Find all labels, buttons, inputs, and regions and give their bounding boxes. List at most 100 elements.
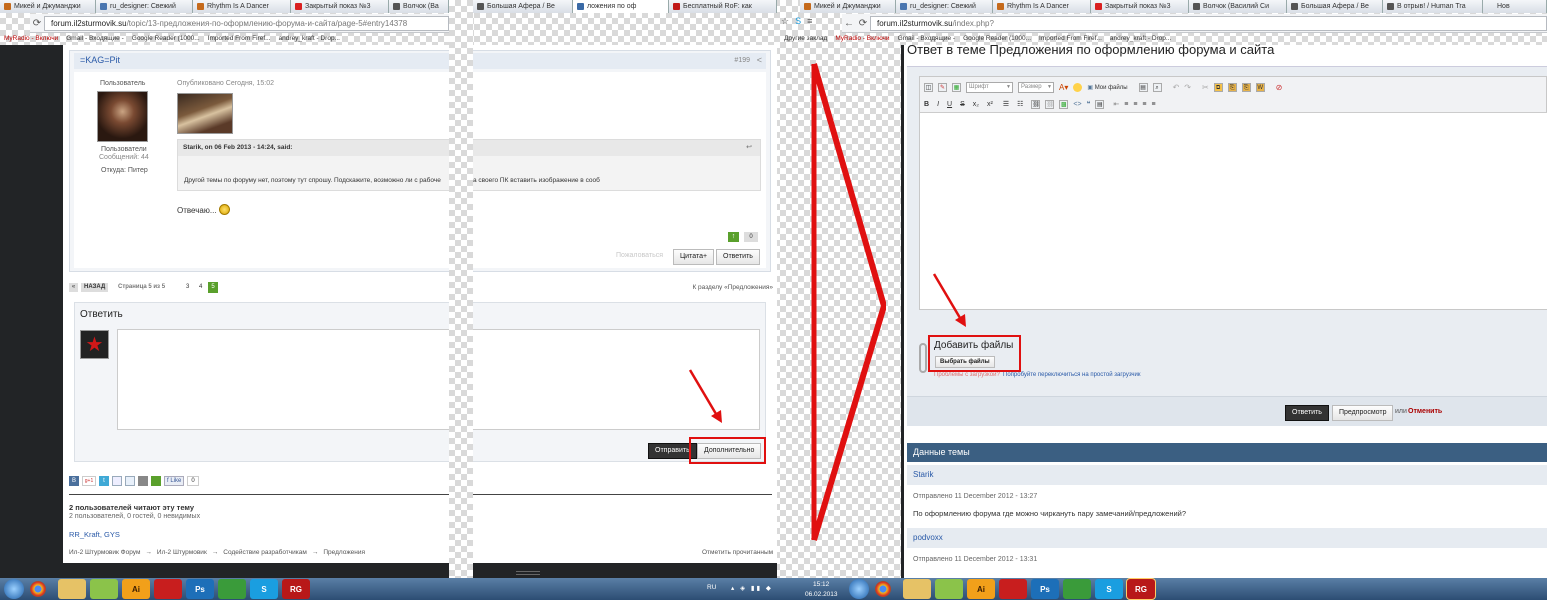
- illustrator-icon[interactable]: Ai: [122, 579, 150, 599]
- quote-icon[interactable]: ❝: [1087, 100, 1091, 108]
- bookmark-google-reader[interactable]: Google Reader (1000...: [132, 33, 200, 45]
- report-link[interactable]: Пожаловаться: [616, 252, 663, 259]
- font-select[interactable]: Шрифт ▼: [966, 81, 1013, 93]
- acrobat-icon[interactable]: [999, 579, 1027, 599]
- breadcrumb-forum[interactable]: Ил-2 Штурмовик Форум: [69, 549, 140, 556]
- reload-icon[interactable]: ⟳: [856, 18, 870, 29]
- indent-icon[interactable]: ⇤: [1113, 100, 1119, 108]
- page-4[interactable]: 4: [199, 284, 202, 290]
- bookmark-icon[interactable]: [125, 476, 135, 486]
- skype-icon[interactable]: S: [250, 579, 278, 599]
- tray-icons[interactable]: ▴ ◈ ▮▮ ◆: [731, 584, 773, 592]
- tab-volchok[interactable]: Волчок (Василий Си: [1189, 0, 1287, 13]
- start-button[interactable]: [849, 579, 869, 599]
- share-icon[interactable]: <: [757, 55, 762, 65]
- skype-icon[interactable]: S: [795, 16, 801, 27]
- image-icon[interactable]: ▩: [1059, 99, 1069, 109]
- find-icon[interactable]: ⌕: [1152, 82, 1162, 92]
- redo-icon[interactable]: ↷: [1184, 83, 1191, 92]
- superscript-icon[interactable]: x²: [987, 101, 993, 108]
- star-bookmark-icon[interactable]: ☆: [781, 16, 789, 27]
- breadcrumb-il2[interactable]: Ил-2 Штурмовик: [157, 549, 207, 556]
- tab-new[interactable]: Нов: [1483, 0, 1547, 13]
- frog-icon[interactable]: [935, 579, 963, 599]
- tab-rhythm[interactable]: Rhythm Is A Dancer: [193, 0, 291, 13]
- forum-section-link[interactable]: К разделу «Предложения»: [692, 284, 773, 291]
- size-select[interactable]: Размер ▼: [1018, 81, 1054, 93]
- reply-textarea[interactable]: [117, 329, 760, 430]
- tab-afera[interactable]: Большая Афера / Be: [473, 0, 573, 13]
- editor-textarea[interactable]: [920, 112, 1547, 309]
- submit-reply-button[interactable]: Ответить: [1285, 405, 1329, 421]
- url-field[interactable]: forum.il2sturmovik.su/index.php?: [870, 15, 1547, 31]
- download-icon[interactable]: [151, 476, 161, 486]
- my-files-button[interactable]: ▣ Мои файлы: [1087, 84, 1127, 91]
- tab-ru-designer[interactable]: ru_designer: Свежий: [896, 0, 993, 13]
- clock-time[interactable]: 15:12: [813, 581, 829, 588]
- topic-post-author[interactable]: Starik: [913, 470, 933, 479]
- frog-icon[interactable]: [90, 579, 118, 599]
- page-back-arrow[interactable]: «: [69, 283, 78, 292]
- explorer-icon[interactable]: [58, 579, 86, 599]
- subscript-icon[interactable]: x₂: [973, 101, 979, 108]
- topic-post-author[interactable]: podvoxx: [913, 533, 943, 542]
- eraser-icon[interactable]: ✎: [938, 82, 947, 92]
- tab-ru-designer[interactable]: ru_designer: Свежий: [96, 0, 193, 13]
- photoshop-icon[interactable]: Ps: [186, 579, 214, 599]
- bookmark-andrey-kraft[interactable]: andrey_kraft - Drop...: [279, 33, 340, 45]
- acrobat-icon[interactable]: [154, 579, 182, 599]
- utorrent-icon[interactable]: [218, 579, 246, 599]
- facebook-like-button[interactable]: f Like: [164, 476, 185, 486]
- unlink-icon[interactable]: ⛓: [1045, 99, 1055, 109]
- tab-mikey[interactable]: Микей и Джуманджи: [800, 0, 896, 13]
- tab-closed-show[interactable]: Закрытый показ №3: [1091, 0, 1189, 13]
- back-icon[interactable]: ←: [842, 18, 856, 29]
- align-center-icon[interactable]: ≡: [1133, 101, 1137, 108]
- vk-icon[interactable]: B: [69, 476, 79, 486]
- google-plus-icon[interactable]: g+1: [82, 476, 96, 486]
- page-3[interactable]: 3: [186, 284, 189, 290]
- rg-app-icon[interactable]: RG: [1126, 578, 1156, 600]
- bookmark-gmail[interactable]: Gmail - Входящие -: [66, 33, 124, 45]
- rg-app-icon[interactable]: RG: [282, 579, 310, 599]
- cancel-link[interactable]: Отменить: [1408, 408, 1442, 415]
- quote-button[interactable]: Цитата+: [673, 249, 715, 265]
- upload-problem-link[interactable]: Проблемы с загрузкой?: [934, 372, 1000, 378]
- avatar[interactable]: [97, 91, 148, 142]
- paste-icon[interactable]: ⎘: [1227, 82, 1237, 92]
- upload-hint-link[interactable]: Попробуйте переключиться на простой загр…: [1003, 372, 1140, 378]
- language-indicator[interactable]: RU: [707, 584, 716, 591]
- start-button[interactable]: [4, 579, 24, 599]
- undo-icon[interactable]: ↶: [1173, 83, 1180, 92]
- answer-button[interactable]: Ответить: [716, 249, 760, 265]
- bookmark-imported[interactable]: Imported From Firef...: [208, 33, 271, 45]
- paste-text-icon[interactable]: ⎘: [1241, 82, 1251, 92]
- link-icon[interactable]: ⛓: [1031, 99, 1041, 109]
- underline-icon[interactable]: U: [947, 101, 952, 108]
- preview-button[interactable]: Предпросмотр: [1332, 405, 1394, 421]
- chrome-icon[interactable]: [30, 581, 46, 597]
- skype-icon[interactable]: S: [1095, 579, 1123, 599]
- email-icon[interactable]: [112, 476, 122, 486]
- tab-rhythm[interactable]: Rhythm Is A Dancer: [993, 0, 1091, 13]
- align-right-icon[interactable]: ≡: [1142, 101, 1146, 108]
- bookmark-other[interactable]: Другие заклад: [784, 33, 827, 45]
- bookmark-myradio[interactable]: MyRadio - Включи: [835, 33, 889, 45]
- page-back-button[interactable]: НАЗАД: [81, 283, 109, 292]
- code-icon[interactable]: <>: [1073, 101, 1081, 108]
- numbered-list-icon[interactable]: ☷: [1017, 100, 1023, 108]
- paste-word-icon[interactable]: W: [1255, 82, 1265, 92]
- table-icon[interactable]: ▦: [952, 82, 961, 92]
- post-author[interactable]: =KAG=Pit: [80, 55, 120, 65]
- spellcheck-icon[interactable]: ▤: [1138, 82, 1148, 92]
- cut-icon[interactable]: ✂: [1202, 83, 1209, 92]
- post-number[interactable]: #199: [734, 57, 750, 64]
- emoticon-icon[interactable]: [1073, 82, 1083, 92]
- breadcrumb-suggestions[interactable]: Предложения: [323, 549, 365, 556]
- readers-names[interactable]: RR_Kraft, GYS: [69, 530, 120, 539]
- reload-icon[interactable]: ⟳: [30, 18, 44, 29]
- mark-read-link[interactable]: Отметить прочитанным: [702, 549, 773, 556]
- bookmark-myradio[interactable]: MyRadio - Включи: [4, 33, 58, 45]
- tab-volchok[interactable]: Волчок (Ва: [389, 0, 449, 13]
- url-field[interactable]: forum.il2sturmovik.su/topic/13-предложен…: [44, 15, 449, 31]
